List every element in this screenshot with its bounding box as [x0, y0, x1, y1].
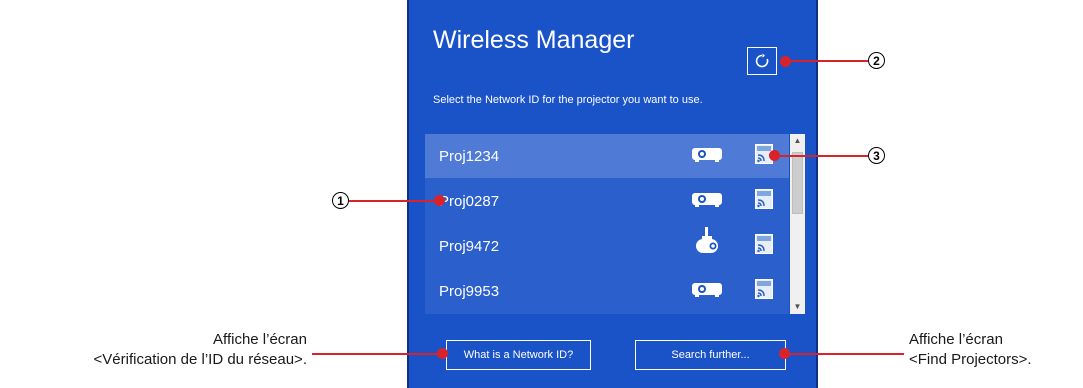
callout-line-right: [784, 353, 904, 355]
left-annotation-line2: <Vérification de l’ID du réseau>.: [93, 351, 307, 368]
scroll-down-arrow-icon[interactable]: ▼: [790, 300, 805, 314]
callout-line-2: [786, 60, 868, 62]
callout-line-3: [775, 155, 868, 157]
right-annotation: Affiche l’écran <Find Projectors>.: [909, 330, 1032, 370]
search-further-button[interactable]: Search further...: [635, 340, 786, 370]
callout-line-left: [312, 353, 442, 355]
wireless-screen-icon: [755, 278, 773, 304]
projector-name: Proj9953: [439, 282, 500, 300]
projector-icon: [691, 145, 723, 168]
projector-icon: [691, 280, 723, 303]
callout-line-1: [349, 200, 439, 202]
window-title: Wireless Manager: [433, 26, 635, 54]
left-annotation-line1: Affiche l’écran: [213, 331, 307, 348]
projector-name: Proj9472: [439, 237, 500, 255]
list-scrollbar[interactable]: ▲ ▼: [790, 134, 805, 314]
projector-name: Proj1234: [439, 147, 500, 165]
wireless-screen-icon: [755, 233, 773, 259]
callout-number-2: 2: [868, 52, 885, 69]
wireless-screen-icon: [755, 188, 773, 214]
callout-dot-1: [434, 195, 445, 206]
projector-row[interactable]: Proj9472: [425, 224, 789, 268]
projector-row[interactable]: Proj0287: [425, 179, 789, 223]
projector-icon: [691, 190, 723, 213]
projector-name: Proj0287: [439, 192, 500, 210]
right-annotation-line1: Affiche l’écran: [909, 331, 1003, 348]
projector-list[interactable]: Proj1234 Proj0287 Proj9472 Proj9953 ▲ ▼: [425, 134, 805, 314]
instruction-text: Select the Network ID for the projector …: [433, 94, 703, 106]
ceiling-projector-icon: [691, 226, 723, 262]
projector-row[interactable]: Proj9953: [425, 269, 789, 313]
projector-row[interactable]: Proj1234: [425, 134, 789, 178]
callout-dot-left: [437, 348, 448, 359]
callout-number-1: 1: [332, 192, 349, 209]
scroll-up-arrow-icon[interactable]: ▲: [790, 134, 805, 148]
what-is-network-id-button[interactable]: What is a Network ID?: [446, 340, 591, 370]
refresh-button[interactable]: [747, 47, 777, 75]
callout-number-3: 3: [868, 147, 885, 164]
scrollbar-thumb[interactable]: [792, 152, 803, 214]
right-annotation-line2: <Find Projectors>.: [909, 351, 1032, 368]
left-annotation: Affiche l’écran <Vérification de l’ID du…: [94, 330, 307, 370]
wireless-manager-window: Wireless Manager Select the Network ID f…: [407, 0, 818, 388]
refresh-icon: [755, 53, 769, 68]
